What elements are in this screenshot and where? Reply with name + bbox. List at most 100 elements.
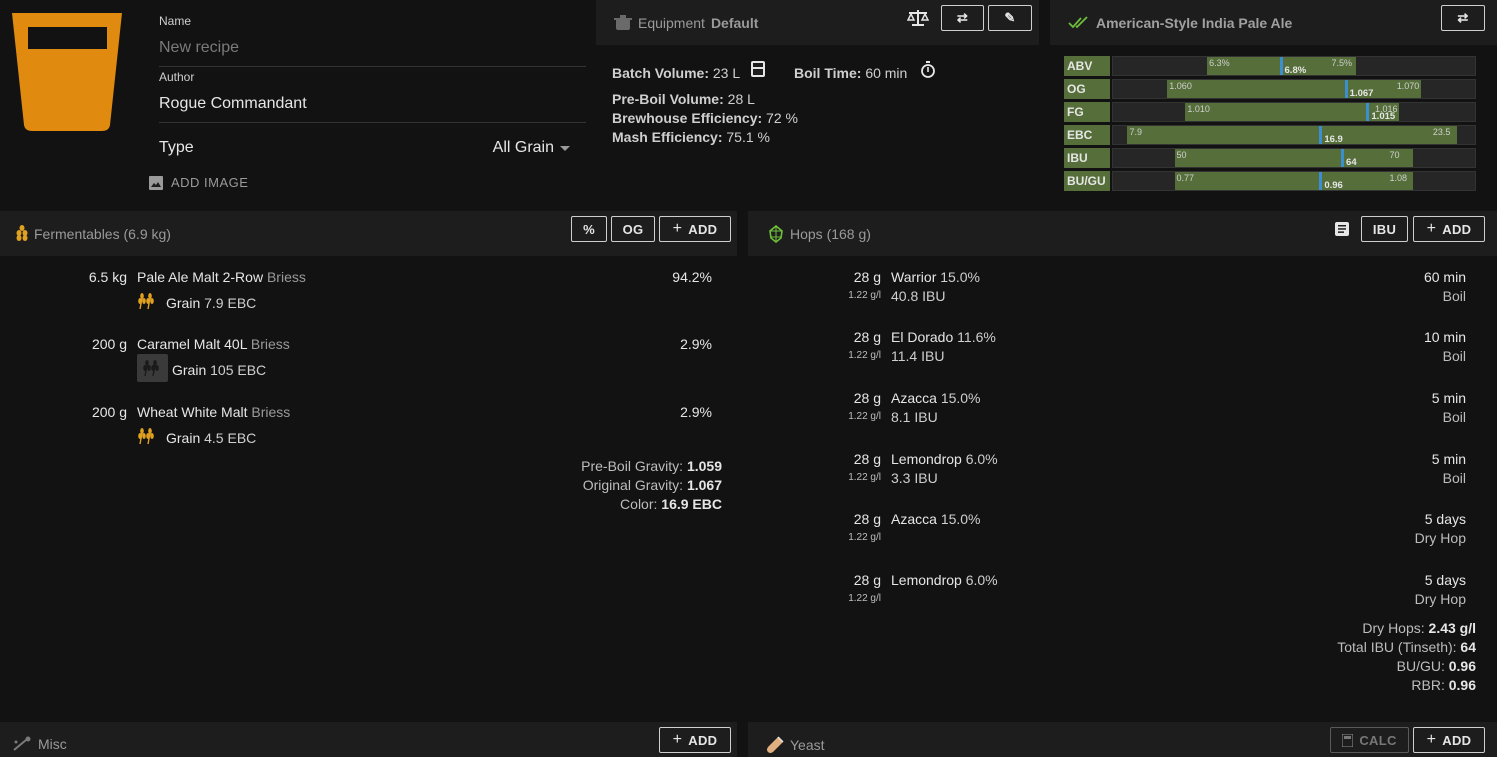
style-range-bar xyxy=(1167,80,1421,98)
brewhouse-efficiency: Brewhouse Efficiency: 72 % xyxy=(612,110,798,126)
hop-amount: 28 g xyxy=(853,329,881,345)
pre-boil-label: Pre-Boil Volume: xyxy=(612,91,724,107)
hop-row[interactable]: 28 g 1.22 g/l Warrior 15.0% 40.8 IBU 60 min B… xyxy=(748,269,1497,317)
hop-amount: 28 g xyxy=(853,390,881,406)
beer-glass-icon xyxy=(12,13,122,131)
hop-name-line: Warrior 15.0% xyxy=(891,269,980,285)
name-label: Name xyxy=(159,14,192,28)
recipe-name-input[interactable]: New recipe xyxy=(159,39,586,67)
style-range-min: 1.060 xyxy=(1169,81,1192,91)
hop-use: Dry Hop xyxy=(1414,591,1466,607)
ibu-button[interactable]: IBU xyxy=(1361,216,1408,242)
style-current-value: 6.8% xyxy=(1284,65,1307,76)
summary-value: 16.9 EBC xyxy=(661,496,722,512)
type-select[interactable]: All Grain xyxy=(480,139,570,157)
misc-header xyxy=(0,722,737,757)
hop-ibu: 3.3 IBU xyxy=(891,470,938,486)
add-fermentable-button[interactable]: + ADD xyxy=(659,216,731,242)
hop-name: Azacca xyxy=(891,390,937,406)
double-check-icon xyxy=(1068,16,1088,29)
fermentable-name-line: Pale Ale Malt 2-Row Briess xyxy=(137,269,306,285)
notes-icon[interactable] xyxy=(1335,222,1349,236)
style-range-max: 70 xyxy=(1389,150,1400,160)
hop-use: Boil xyxy=(1442,348,1466,364)
hop-row[interactable]: 28 g 1.22 g/l Lemondrop 6.0% 3.3 IBU 5 min Bo… xyxy=(748,451,1497,499)
fermentable-row[interactable]: 6.5 kg Pale Ale Malt 2-Row Briess 94.2% Gra… xyxy=(0,269,737,319)
hop-row[interactable]: 28 g 1.22 g/l Azacca 15.0% 8.1 IBU 5 min Boil xyxy=(748,390,1497,438)
fermentable-name: Caramel Malt 40L xyxy=(137,336,247,352)
hops-title-text: Hops (168 g) xyxy=(790,226,871,242)
fermentable-row[interactable]: 200 g Wheat White Malt Briess 2.9% Grain 4.… xyxy=(0,404,737,454)
style-row-label: ABV xyxy=(1064,56,1110,76)
add-hop-button[interactable]: + ADD xyxy=(1413,216,1485,242)
percent-button[interactable]: % xyxy=(571,216,607,242)
fermentable-name: Pale Ale Malt 2-Row xyxy=(137,269,264,285)
calculator-icon[interactable] xyxy=(751,61,765,77)
style-row-track: 1.010 1.016 1.015 xyxy=(1112,102,1476,122)
swap-icon: ⇄ xyxy=(1457,10,1469,25)
fermentable-amount: 200 g xyxy=(91,336,127,352)
style-row-bugu: BU/GU 0.77 1.08 0.96 xyxy=(1064,171,1476,191)
fermentable-name: Wheat White Malt xyxy=(137,404,248,420)
timer-icon[interactable] xyxy=(920,61,936,78)
fermentable-name-line: Wheat White Malt Briess xyxy=(137,404,290,420)
hop-use: Dry Hop xyxy=(1414,530,1466,546)
style-range-max: 1.070 xyxy=(1396,81,1420,91)
calc-yeast-button[interactable]: CALC xyxy=(1330,727,1409,753)
hop-row[interactable]: 28 g 1.22 g/l Azacca 15.0% 5 days Dry Hop xyxy=(748,511,1497,559)
style-row-track: 7.9 23.5 16.9 xyxy=(1112,125,1476,145)
style-range-min: 6.3% xyxy=(1209,58,1230,68)
style-name: American-Style India Pale Ale xyxy=(1096,15,1293,31)
scale-icon[interactable] xyxy=(907,9,929,27)
hop-density: 1.22 g/l xyxy=(848,290,881,301)
summary-label: BU/GU: xyxy=(1396,658,1445,674)
hop-time: 10 min xyxy=(1423,329,1466,345)
hop-time: 5 days xyxy=(1424,511,1466,527)
boil-time-value: 60 min xyxy=(865,65,908,81)
fermentable-percent: 2.9% xyxy=(680,404,712,420)
hop-ibu: 8.1 IBU xyxy=(891,409,938,425)
swap-style-button[interactable]: ⇄ xyxy=(1441,5,1485,31)
yeast-title-text: Yeast xyxy=(790,737,825,753)
fermentables-summary-line: Color: 16.9 EBC xyxy=(420,496,722,512)
calculator-icon xyxy=(1342,733,1354,747)
hop-density: 1.22 g/l xyxy=(848,411,881,422)
pre-boil-value: 28 L xyxy=(727,91,755,107)
style-value-marker xyxy=(1319,126,1323,144)
add-misc-button[interactable]: + ADD xyxy=(659,727,731,753)
pot-icon xyxy=(614,15,632,30)
fermentable-row[interactable]: 200 g Caramel Malt 40L Briess 2.9% Grain 10… xyxy=(0,336,737,386)
style-range-max: 23.5 xyxy=(1432,127,1451,137)
ibu-button-label: IBU xyxy=(1372,221,1397,237)
hop-use: Boil xyxy=(1442,470,1466,486)
hop-time: 60 min xyxy=(1423,269,1466,285)
hop-row[interactable]: 28 g 1.22 g/l Lemondrop 6.0% 5 days Dry Hop xyxy=(748,572,1497,620)
edit-equipment-button[interactable]: ✎ xyxy=(988,5,1032,31)
hop-row[interactable]: 28 g 1.22 g/l El Dorado 11.6% 11.4 IBU 10 mi… xyxy=(748,329,1497,377)
style-row-track: 1.060 1.070 1.067 xyxy=(1112,79,1476,99)
hop-name-line: El Dorado 11.6% xyxy=(891,329,996,345)
hops-title: Hops (168 g) xyxy=(768,225,871,243)
add-misc-label: ADD xyxy=(688,732,718,748)
hop-time: 5 days xyxy=(1424,572,1466,588)
swap-equipment-button[interactable]: ⇄ xyxy=(941,5,984,31)
hop-name: El Dorado xyxy=(891,329,954,345)
equipment-title: Equipment Default xyxy=(614,15,758,31)
og-button[interactable]: OG xyxy=(611,216,655,242)
style-range-bar xyxy=(1174,149,1414,167)
style-title: American-Style India Pale Ale xyxy=(1068,15,1292,31)
equipment-title-value: Default xyxy=(710,15,759,31)
fermentables-title: Fermentables (6.9 kg) xyxy=(16,225,171,243)
brewhouse-value: 72 % xyxy=(766,110,798,126)
mash-label: Mash Efficiency: xyxy=(612,129,723,145)
fermentable-supplier: Briess xyxy=(250,336,290,352)
fermentable-name-line: Caramel Malt 40L Briess xyxy=(137,336,290,352)
add-yeast-button[interactable]: + ADD xyxy=(1413,727,1485,753)
author-input[interactable]: Rogue Commandant xyxy=(159,95,586,123)
fermentable-color: 7.9 EBC xyxy=(204,295,257,311)
calc-yeast-label: CALC xyxy=(1359,732,1397,748)
hop-time: 5 min xyxy=(1431,390,1466,406)
hop-ibu: 11.4 IBU xyxy=(891,348,945,364)
add-image-button[interactable]: ADD IMAGE xyxy=(149,175,248,190)
boil-time-label: Boil Time: xyxy=(794,65,862,81)
